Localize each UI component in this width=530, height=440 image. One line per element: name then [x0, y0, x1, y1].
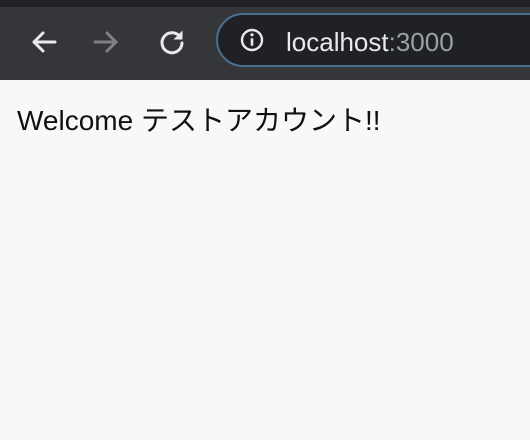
forward-button[interactable] [86, 22, 126, 62]
back-arrow-icon [32, 31, 57, 53]
url-text[interactable]: localhost:3000 [286, 27, 454, 57]
info-icon[interactable] [240, 28, 264, 52]
url-host: localhost [286, 27, 389, 57]
url-port: :3000 [388, 27, 454, 57]
forward-arrow-icon [93, 31, 118, 53]
reload-button[interactable] [152, 22, 192, 62]
browser-toolbar: localhost:3000 [0, 0, 530, 80]
welcome-message: Welcome テストアカウント!! [17, 105, 381, 136]
reload-icon [160, 30, 184, 55]
back-button[interactable] [24, 22, 64, 62]
address-bar[interactable]: localhost:3000 [216, 13, 530, 67]
tab-strip-edge [0, 0, 530, 7]
